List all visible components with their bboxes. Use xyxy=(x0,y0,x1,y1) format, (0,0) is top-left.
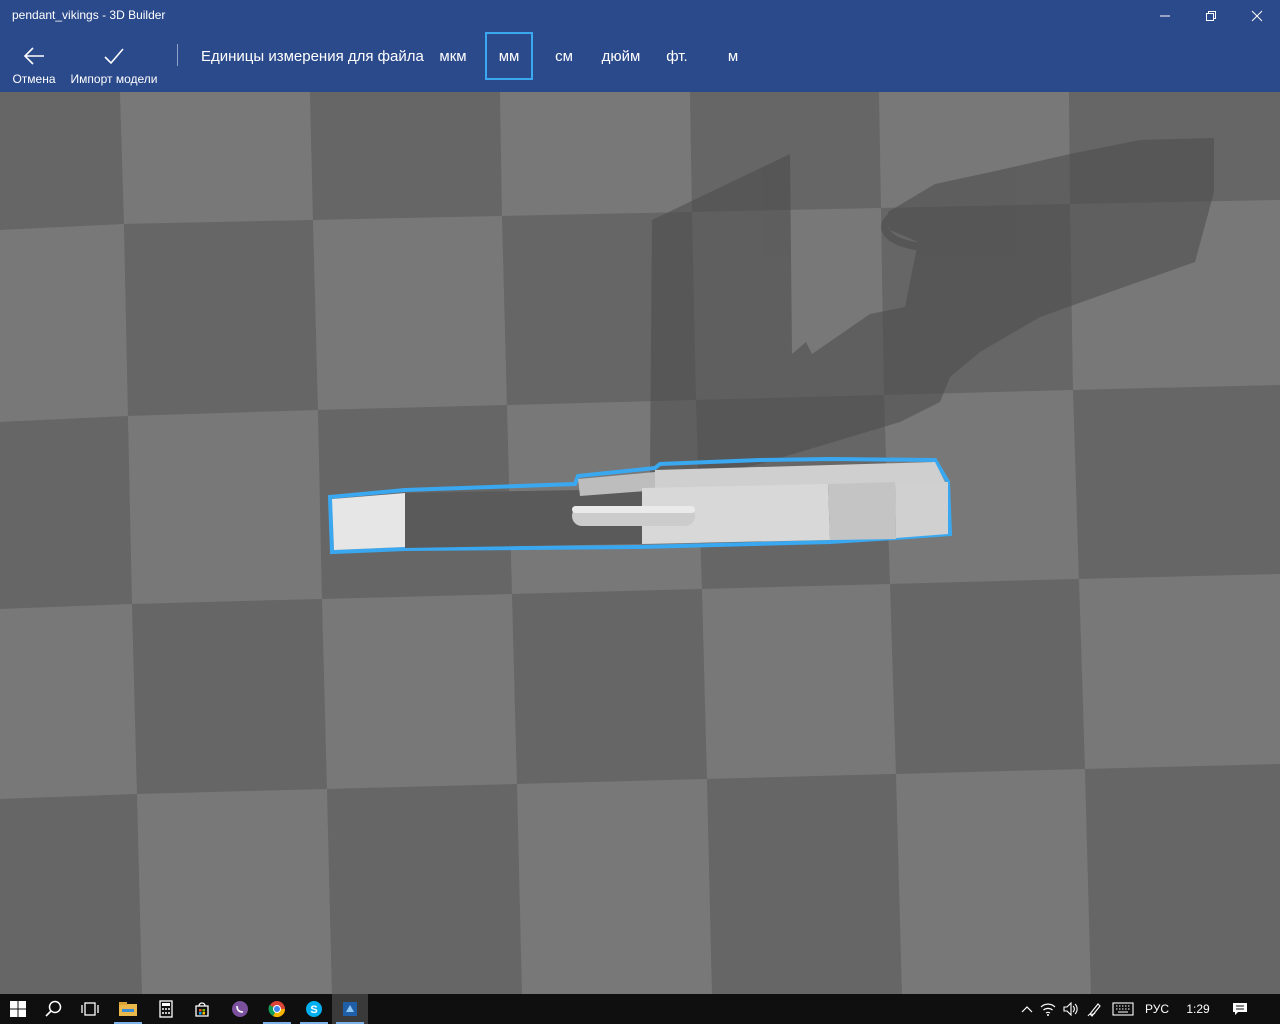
taskbar-3d-builder[interactable] xyxy=(332,994,368,1024)
svg-text:S: S xyxy=(310,1004,317,1016)
calculator-icon xyxy=(159,1000,173,1018)
chrome-icon xyxy=(268,1001,286,1018)
search-button[interactable] xyxy=(36,994,72,1024)
3d-viewport[interactable] xyxy=(0,92,1280,994)
restore-icon xyxy=(1206,11,1216,21)
unit-foot-button[interactable]: фт. xyxy=(660,32,694,80)
taskbar-calculator[interactable] xyxy=(148,994,184,1024)
3d-builder-icon xyxy=(343,1002,357,1016)
network-icon[interactable] xyxy=(1036,1002,1060,1016)
windows-taskbar: S РУС 1:29 xyxy=(0,994,1280,1024)
units-label: Единицы измерения для файла xyxy=(201,48,424,65)
unit-meter-button[interactable]: м xyxy=(718,32,748,80)
search-icon xyxy=(45,1000,62,1017)
minimize-button[interactable] xyxy=(1142,0,1188,32)
unit-micrometer-button[interactable]: мкм xyxy=(433,32,473,80)
back-arrow-icon xyxy=(23,47,44,65)
taskbar-chrome[interactable] xyxy=(259,994,295,1024)
notification-icon xyxy=(1233,1003,1247,1015)
unit-inch-button[interactable]: дюйм xyxy=(595,32,647,80)
unit-centimeter-button[interactable]: см xyxy=(548,32,580,80)
store-icon xyxy=(195,1002,209,1017)
checkmark-icon xyxy=(104,48,124,65)
cancel-label: Отмена xyxy=(12,72,56,86)
import-model-label: Импорт модели xyxy=(70,72,158,86)
taskbar-store[interactable] xyxy=(184,994,220,1024)
scene-canvas[interactable] xyxy=(0,92,1280,994)
close-button[interactable] xyxy=(1234,0,1280,32)
restore-button[interactable] xyxy=(1188,0,1234,32)
task-view-button[interactable] xyxy=(72,994,108,1024)
start-button[interactable] xyxy=(0,994,36,1024)
title-bar: pendant_vikings - 3D Builder xyxy=(0,0,1280,32)
import-toolbar: Отмена Импорт модели Единицы измерения д… xyxy=(0,32,1280,92)
taskbar-viber[interactable] xyxy=(222,994,258,1024)
action-center-button[interactable] xyxy=(1220,1002,1260,1016)
clock-time[interactable]: 1:29 xyxy=(1176,1002,1220,1016)
input-language[interactable]: РУС xyxy=(1138,1002,1176,1016)
touch-keyboard-icon[interactable] xyxy=(1108,1002,1138,1016)
volume-icon[interactable] xyxy=(1060,1002,1082,1016)
skype-icon: S xyxy=(306,1001,322,1017)
system-tray: РУС 1:29 xyxy=(1018,994,1260,1024)
window-title: pendant_vikings - 3D Builder xyxy=(12,8,166,22)
taskbar-file-explorer[interactable] xyxy=(110,994,146,1024)
minimize-icon xyxy=(1160,15,1170,17)
task-view-icon xyxy=(81,1002,99,1016)
file-explorer-icon xyxy=(119,1002,137,1016)
pen-workspace-icon[interactable] xyxy=(1082,1001,1108,1017)
viber-icon xyxy=(232,1001,248,1017)
cancel-button[interactable]: Отмена xyxy=(8,32,60,92)
close-icon xyxy=(1251,10,1263,22)
unit-millimeter-button[interactable]: мм xyxy=(485,32,533,80)
toolbar-divider xyxy=(177,44,178,66)
windows-start-icon xyxy=(10,1001,26,1017)
tray-overflow-chevron-icon[interactable] xyxy=(1018,1005,1036,1013)
taskbar-skype[interactable]: S xyxy=(296,994,332,1024)
import-model-button[interactable]: Импорт модели xyxy=(66,32,162,92)
